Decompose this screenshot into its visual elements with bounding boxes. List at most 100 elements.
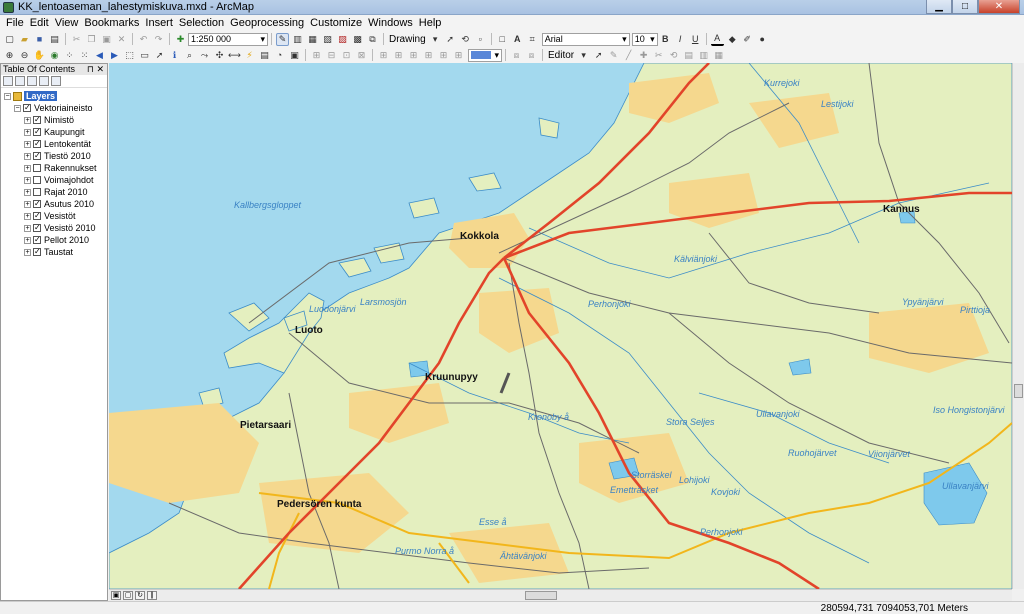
menu-insert[interactable]: Insert bbox=[142, 17, 176, 29]
straight-segment-icon[interactable]: ╱ bbox=[622, 49, 635, 62]
html-popup-icon[interactable]: ▤ bbox=[258, 49, 271, 62]
layer-checkbox[interactable]: ✓ bbox=[33, 152, 41, 160]
layer-checkbox[interactable]: ✓ bbox=[33, 200, 41, 208]
text-icon[interactable]: A bbox=[511, 33, 524, 46]
go-to-xy-icon[interactable]: ✣ bbox=[213, 49, 226, 62]
layer-item[interactable]: + ✓ Kaupungit bbox=[24, 126, 85, 138]
layout-tool-2-icon[interactable]: ⊞ bbox=[392, 49, 405, 62]
line-color-icon[interactable]: ✐ bbox=[741, 33, 754, 46]
drawing-dropdown-icon[interactable]: ▾ bbox=[429, 33, 442, 46]
layer-checkbox[interactable]: ✓ bbox=[33, 224, 41, 232]
zoom-out-icon[interactable]: ⊖ bbox=[18, 49, 31, 62]
rectangle-icon[interactable]: □ bbox=[496, 33, 509, 46]
menu-windows[interactable]: Windows bbox=[365, 17, 416, 29]
menu-view[interactable]: View bbox=[52, 17, 82, 29]
list-by-drawing-order-icon[interactable] bbox=[3, 76, 13, 86]
layer-item[interactable]: + ✓ Asutus 2010 bbox=[24, 198, 94, 210]
print-icon[interactable]: ▤ bbox=[48, 33, 61, 46]
full-extent-icon[interactable]: ◉ bbox=[48, 49, 61, 62]
font-size-combo[interactable]: 10 ▾ bbox=[631, 32, 658, 46]
underline-button[interactable]: U bbox=[689, 33, 702, 46]
layer-checkbox[interactable] bbox=[33, 188, 41, 196]
georef-tool-1-icon[interactable]: ⊞ bbox=[310, 49, 323, 62]
drawing-menu[interactable]: Drawing bbox=[387, 34, 428, 45]
layer-item[interactable]: + Voimajohdot bbox=[24, 174, 94, 186]
expand-icon[interactable]: + bbox=[24, 248, 31, 256]
expand-icon[interactable]: + bbox=[24, 152, 31, 160]
add-data-icon[interactable]: ✚ bbox=[174, 33, 187, 46]
italic-button[interactable]: I bbox=[674, 33, 687, 46]
layout-tool-3-icon[interactable]: ⊞ bbox=[407, 49, 420, 62]
find-route-icon[interactable]: ⤳ bbox=[198, 49, 211, 62]
undo-icon[interactable]: ↶ bbox=[137, 33, 150, 46]
layout-tool-4-icon[interactable]: ⊞ bbox=[422, 49, 435, 62]
expand-icon[interactable]: + bbox=[24, 128, 31, 136]
delete-icon[interactable]: ✕ bbox=[115, 33, 128, 46]
data-view-icon[interactable]: ▣ bbox=[111, 591, 121, 600]
list-by-visibility-icon[interactable] bbox=[27, 76, 37, 86]
layer-checkbox[interactable] bbox=[33, 164, 41, 172]
expand-icon[interactable]: + bbox=[24, 140, 31, 148]
new-document-icon[interactable]: ▢ bbox=[3, 33, 16, 46]
edit-tool-icon[interactable]: ➚ bbox=[592, 49, 605, 62]
toc-window-icon[interactable]: ▥ bbox=[291, 33, 304, 46]
marker-color-icon[interactable]: ● bbox=[756, 33, 769, 46]
expand-icon[interactable]: + bbox=[24, 176, 31, 184]
group-layer-node[interactable]: − ✓ Vektoriaineisto bbox=[14, 102, 93, 114]
paste-icon[interactable]: ▣ bbox=[100, 33, 113, 46]
layout-tool-5-icon[interactable]: ⊞ bbox=[437, 49, 450, 62]
time-slider-icon[interactable]: ◔ bbox=[273, 49, 286, 62]
georef-tool-4-icon[interactable]: ⊠ bbox=[355, 49, 368, 62]
menu-edit[interactable]: Edit bbox=[27, 17, 52, 29]
layer-item[interactable]: + ✓ Tiestö 2010 bbox=[24, 150, 91, 162]
layer-item[interactable]: + Rakennukset bbox=[24, 162, 97, 174]
editor-menu[interactable]: Editor bbox=[546, 50, 576, 61]
vertical-scroll-thumb[interactable] bbox=[1014, 384, 1023, 398]
split-icon[interactable]: ✂ bbox=[652, 49, 665, 62]
hyperlink-icon[interactable]: ⚡ bbox=[243, 49, 256, 62]
fill-color-icon[interactable]: ◆ bbox=[726, 33, 739, 46]
back-icon[interactable]: ◀ bbox=[93, 49, 106, 62]
toc-close-icon[interactable]: ⊓ ✕ bbox=[87, 64, 104, 75]
copy-icon[interactable]: ❐ bbox=[85, 33, 98, 46]
layer-checkbox[interactable] bbox=[33, 176, 41, 184]
catalog-window-icon[interactable]: ▦ bbox=[306, 33, 319, 46]
list-by-source-icon[interactable] bbox=[15, 76, 25, 86]
layer-checkbox[interactable]: ✓ bbox=[23, 104, 31, 112]
layer-item[interactable]: + ✓ Lentokentät bbox=[24, 138, 91, 150]
refresh-icon[interactable]: ↻ bbox=[135, 591, 145, 600]
vertical-scrollbar[interactable] bbox=[1012, 63, 1024, 589]
create-viewer-icon[interactable]: ▣ bbox=[288, 49, 301, 62]
zoom-in-icon[interactable]: ⊕ bbox=[3, 49, 16, 62]
edit-vertices-icon[interactable]: ⌗ bbox=[526, 33, 539, 46]
select-elements-icon[interactable]: ➚ bbox=[444, 33, 457, 46]
expand-icon[interactable]: + bbox=[24, 200, 31, 208]
font-combo[interactable]: Arial ▾ bbox=[541, 32, 630, 46]
layer-item[interactable]: + ✓ Vesistö 2010 bbox=[24, 222, 96, 234]
pause-drawing-icon[interactable]: ∥ bbox=[147, 591, 157, 600]
editor-dropdown-icon[interactable]: ▾ bbox=[577, 49, 590, 62]
identify-icon[interactable]: ℹ bbox=[168, 49, 181, 62]
menu-selection[interactable]: Selection bbox=[176, 17, 227, 29]
layer-item[interactable]: + ✓ Taustat bbox=[24, 246, 73, 258]
expand-icon[interactable]: + bbox=[24, 164, 31, 172]
layer-checkbox[interactable]: ✓ bbox=[33, 212, 41, 220]
arctoolbox-icon[interactable]: ▨ bbox=[336, 33, 349, 46]
open-icon[interactable]: ▰ bbox=[18, 33, 31, 46]
collapse-icon[interactable]: − bbox=[14, 104, 21, 112]
search-window-icon[interactable]: ▧ bbox=[321, 33, 334, 46]
horizontal-scrollbar[interactable]: ▣ ▢ ↻ ∥ bbox=[109, 589, 1012, 601]
sketch-properties-icon[interactable]: ▥ bbox=[697, 49, 710, 62]
rotate-edit-icon[interactable]: ⟲ bbox=[667, 49, 680, 62]
font-color-icon[interactable]: A bbox=[710, 33, 724, 46]
create-features-icon[interactable]: ▦ bbox=[712, 49, 725, 62]
menu-help[interactable]: Help bbox=[416, 17, 445, 29]
layers-node[interactable]: − Layers bbox=[4, 90, 58, 102]
select-elements-tool-icon[interactable]: ➚ bbox=[153, 49, 166, 62]
map-view[interactable]: Kokkola Kannus Luoto Kruunupyy Pietarsaa… bbox=[109, 63, 1012, 589]
snapping-1-icon[interactable]: ⧈ bbox=[510, 49, 523, 62]
pan-icon[interactable]: ✋ bbox=[33, 49, 46, 62]
bold-button[interactable]: B bbox=[659, 33, 672, 46]
layer-item[interactable]: + Rajat 2010 bbox=[24, 186, 88, 198]
edit-annotation-icon[interactable]: ✎ bbox=[607, 49, 620, 62]
